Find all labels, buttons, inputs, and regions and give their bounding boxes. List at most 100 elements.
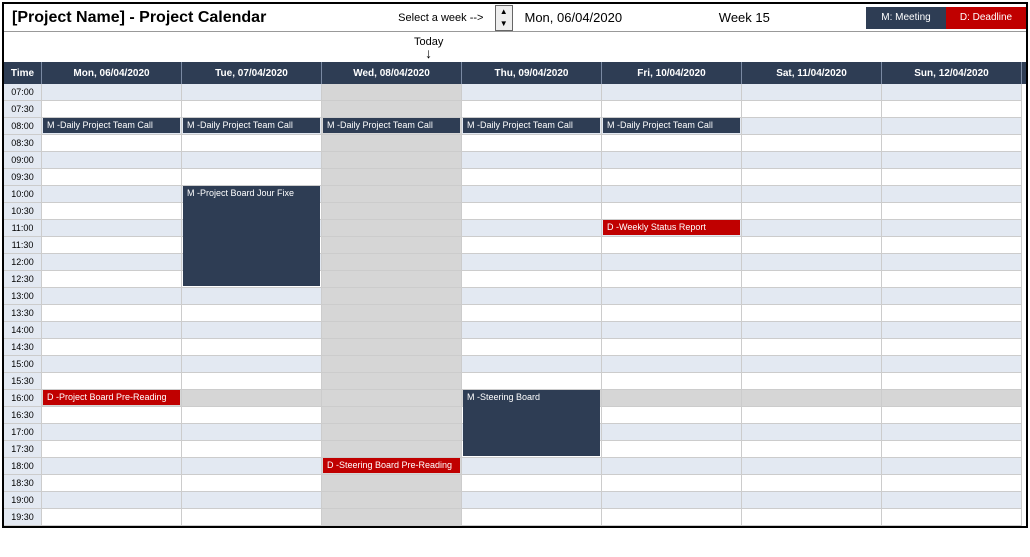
calendar-cell[interactable] xyxy=(882,186,1022,203)
calendar-cell[interactable] xyxy=(322,390,462,407)
calendar-cell[interactable] xyxy=(322,135,462,152)
stepper-down-icon[interactable]: ▼ xyxy=(496,18,512,30)
calendar-cell[interactable] xyxy=(42,288,182,305)
calendar-cell[interactable] xyxy=(182,475,322,492)
calendar-cell[interactable] xyxy=(42,237,182,254)
calendar-cell[interactable] xyxy=(322,509,462,526)
calendar-cell[interactable] xyxy=(42,475,182,492)
calendar-cell[interactable] xyxy=(602,271,742,288)
meeting-event[interactable]: M -Daily Project Team Call xyxy=(323,118,460,133)
calendar-cell[interactable]: M -Daily Project Team Call xyxy=(602,118,742,135)
calendar-cell[interactable] xyxy=(462,322,602,339)
calendar-cell[interactable] xyxy=(742,152,882,169)
calendar-cell[interactable] xyxy=(742,509,882,526)
calendar-cell[interactable] xyxy=(882,407,1022,424)
calendar-cell[interactable] xyxy=(462,152,602,169)
calendar-cell[interactable] xyxy=(742,169,882,186)
calendar-cell[interactable] xyxy=(42,492,182,509)
calendar-cell[interactable] xyxy=(462,492,602,509)
calendar-cell[interactable] xyxy=(462,475,602,492)
calendar-cell[interactable]: D -Steering Board Pre-Reading xyxy=(322,458,462,475)
calendar-cell[interactable] xyxy=(882,305,1022,322)
calendar-cell[interactable] xyxy=(462,169,602,186)
calendar-cell[interactable] xyxy=(742,271,882,288)
calendar-cell[interactable] xyxy=(882,339,1022,356)
calendar-cell[interactable] xyxy=(602,373,742,390)
deadline-event[interactable]: D -Weekly Status Report xyxy=(603,220,740,235)
calendar-cell[interactable] xyxy=(182,322,322,339)
calendar-cell[interactable] xyxy=(322,475,462,492)
calendar-cell[interactable]: D -Weekly Status Report xyxy=(602,220,742,237)
calendar-cell[interactable] xyxy=(322,305,462,322)
calendar-cell[interactable] xyxy=(182,288,322,305)
calendar-cell[interactable] xyxy=(462,305,602,322)
calendar-cell[interactable] xyxy=(322,220,462,237)
calendar-cell[interactable] xyxy=(462,220,602,237)
calendar-cell[interactable] xyxy=(462,135,602,152)
calendar-cell[interactable] xyxy=(882,373,1022,390)
calendar-cell[interactable] xyxy=(322,101,462,118)
calendar-cell[interactable] xyxy=(742,288,882,305)
calendar-cell[interactable] xyxy=(742,373,882,390)
calendar-cell[interactable] xyxy=(462,339,602,356)
calendar-cell[interactable]: M -Project Board Jour Fixe xyxy=(182,186,322,203)
calendar-cell[interactable] xyxy=(882,458,1022,475)
calendar-cell[interactable] xyxy=(462,458,602,475)
calendar-cell[interactable] xyxy=(462,509,602,526)
calendar-cell[interactable] xyxy=(462,237,602,254)
calendar-cell[interactable] xyxy=(462,373,602,390)
calendar-cell[interactable] xyxy=(182,390,322,407)
calendar-cell[interactable]: M -Daily Project Team Call xyxy=(42,118,182,135)
calendar-cell[interactable] xyxy=(742,220,882,237)
calendar-cell[interactable] xyxy=(882,322,1022,339)
meeting-event[interactable]: M -Project Board Jour Fixe xyxy=(183,186,320,286)
calendar-cell[interactable] xyxy=(42,373,182,390)
calendar-cell[interactable] xyxy=(602,152,742,169)
calendar-cell[interactable] xyxy=(602,135,742,152)
calendar-cell[interactable] xyxy=(322,322,462,339)
calendar-cell[interactable] xyxy=(182,441,322,458)
calendar-cell[interactable] xyxy=(182,305,322,322)
calendar-cell[interactable] xyxy=(742,186,882,203)
calendar-cell[interactable] xyxy=(42,101,182,118)
calendar-cell[interactable] xyxy=(602,441,742,458)
calendar-cell[interactable] xyxy=(742,390,882,407)
calendar-cell[interactable] xyxy=(322,237,462,254)
calendar-cell[interactable] xyxy=(602,475,742,492)
calendar-cell[interactable] xyxy=(462,254,602,271)
calendar-cell[interactable] xyxy=(742,305,882,322)
calendar-cell[interactable] xyxy=(742,492,882,509)
calendar-cell[interactable] xyxy=(322,424,462,441)
calendar-cell[interactable] xyxy=(462,84,602,101)
calendar-cell[interactable] xyxy=(322,492,462,509)
calendar-cell[interactable] xyxy=(882,356,1022,373)
calendar-cell[interactable] xyxy=(602,84,742,101)
calendar-cell[interactable] xyxy=(882,135,1022,152)
calendar-cell[interactable] xyxy=(742,254,882,271)
calendar-cell[interactable] xyxy=(322,169,462,186)
meeting-event[interactable]: M -Steering Board xyxy=(463,390,600,456)
calendar-cell[interactable] xyxy=(742,203,882,220)
calendar-cell[interactable] xyxy=(182,509,322,526)
calendar-cell[interactable] xyxy=(602,237,742,254)
calendar-cell[interactable] xyxy=(602,322,742,339)
calendar-cell[interactable] xyxy=(322,373,462,390)
calendar-cell[interactable] xyxy=(182,339,322,356)
calendar-cell[interactable] xyxy=(182,135,322,152)
calendar-cell[interactable] xyxy=(882,492,1022,509)
calendar-cell[interactable] xyxy=(42,254,182,271)
calendar-cell[interactable] xyxy=(882,220,1022,237)
calendar-cell[interactable] xyxy=(182,407,322,424)
calendar-cell[interactable] xyxy=(742,101,882,118)
calendar-cell[interactable] xyxy=(602,254,742,271)
calendar-cell[interactable] xyxy=(742,237,882,254)
calendar-cell[interactable] xyxy=(462,186,602,203)
calendar-cell[interactable] xyxy=(602,169,742,186)
meeting-event[interactable]: M -Daily Project Team Call xyxy=(43,118,180,133)
calendar-cell[interactable] xyxy=(602,305,742,322)
calendar-cell[interactable] xyxy=(42,220,182,237)
calendar-cell[interactable] xyxy=(182,152,322,169)
calendar-cell[interactable] xyxy=(42,152,182,169)
calendar-cell[interactable] xyxy=(602,458,742,475)
calendar-cell[interactable] xyxy=(182,84,322,101)
